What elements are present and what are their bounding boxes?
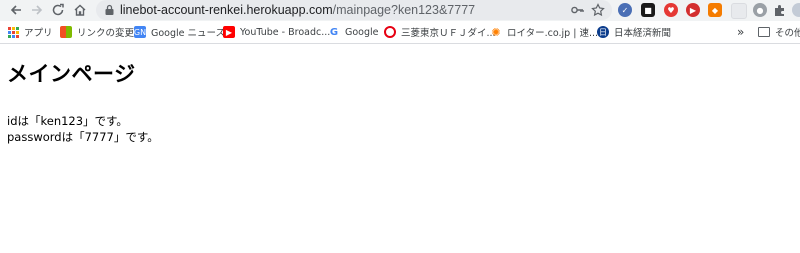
bookmark-label: ロイター.co.jp | 速... bbox=[507, 28, 598, 39]
google-news-icon: GN bbox=[133, 26, 147, 38]
bookmark-label: Google ニュース bbox=[151, 28, 226, 39]
page-content: メインページ idは「ken123」です。 passwordは「7777」です。 bbox=[7, 58, 159, 145]
bookmark-label: アプリ bbox=[24, 28, 53, 39]
bookmark-other-folder[interactable]: その他の bbox=[758, 21, 800, 43]
profile-avatar-icon[interactable] bbox=[792, 3, 800, 17]
google-icon: G bbox=[329, 26, 339, 38]
bookmark-label: YouTube - Broadc... bbox=[240, 26, 331, 38]
bookmarks-overflow-button[interactable]: » bbox=[737, 21, 744, 43]
reuters-icon: ✺ bbox=[491, 25, 501, 39]
bookmark-mufg[interactable]: 三菱東京ＵＦＪダイ... bbox=[384, 21, 496, 43]
extension-6-icon[interactable] bbox=[731, 3, 747, 19]
url-host: linebot-account-renkei.herokuapp.com bbox=[120, 3, 333, 17]
extension-7-icon[interactable]: ● bbox=[753, 3, 767, 17]
youtube-icon: ▶ bbox=[223, 26, 235, 38]
bookmark-label: 三菱東京ＵＦＪダイ... bbox=[401, 28, 496, 39]
extension-1-icon[interactable]: ✓ bbox=[618, 3, 632, 17]
back-button[interactable] bbox=[6, 1, 26, 19]
nikkei-icon: 日 bbox=[597, 26, 609, 38]
address-bar[interactable]: linebot-account-renkei.herokuapp.com/mai… bbox=[96, 0, 612, 20]
bookmark-link-change[interactable]: リンクの変更 bbox=[60, 21, 134, 43]
bookmark-star-icon[interactable] bbox=[591, 3, 605, 17]
page-title: メインページ bbox=[7, 62, 136, 86]
bookmark-nikkei[interactable]: 日 日本経済新聞 bbox=[597, 21, 671, 43]
folder-icon bbox=[758, 27, 770, 37]
key-icon[interactable] bbox=[570, 3, 584, 17]
bookmark-youtube[interactable]: ▶ YouTube - Broadc... bbox=[223, 21, 330, 43]
lock-icon bbox=[105, 4, 114, 15]
extensions-puzzle-icon[interactable] bbox=[773, 3, 787, 17]
bookmarks-bar: アプリ リンクの変更 GN Google ニュース ▶ YouTube - Br… bbox=[0, 21, 800, 44]
bookmark-label: 日本経済新聞 bbox=[614, 28, 672, 39]
browser-toolbar: linebot-account-renkei.herokuapp.com/mai… bbox=[0, 0, 800, 21]
bookmark-label: リンクの変更 bbox=[77, 28, 135, 39]
back-arrow-icon bbox=[10, 5, 21, 15]
url-path: /mainpage?ken123&7777 bbox=[332, 3, 476, 17]
bookmark-label: その他の bbox=[775, 28, 800, 39]
mufg-icon bbox=[384, 26, 396, 38]
bookmark-label: Google bbox=[345, 26, 379, 38]
url-text: linebot-account-renkei.herokuapp.com/mai… bbox=[120, 0, 475, 20]
extension-3-icon[interactable]: ♥ bbox=[664, 3, 678, 17]
bookmark-apps[interactable]: アプリ bbox=[8, 21, 53, 43]
bookmark-google-news[interactable]: GN Google ニュース bbox=[134, 21, 225, 43]
bookmarks-overflow-label: » bbox=[737, 25, 745, 39]
home-icon bbox=[74, 4, 86, 16]
bookmark-google[interactable]: G Google bbox=[328, 21, 379, 43]
bookmark-reuters[interactable]: ✺ ロイター.co.jp | 速... bbox=[490, 21, 598, 43]
reload-button[interactable] bbox=[48, 1, 68, 19]
extension-5-icon[interactable]: ◆ bbox=[708, 3, 722, 17]
password-text: passwordは「7777」です。 bbox=[7, 130, 159, 144]
extension-4-icon[interactable]: ▶ bbox=[686, 3, 700, 17]
id-text: idは「ken123」です。 bbox=[7, 114, 128, 128]
reload-icon bbox=[52, 3, 64, 16]
forward-button[interactable] bbox=[27, 1, 47, 19]
windows-flag-icon bbox=[60, 26, 72, 38]
home-button[interactable] bbox=[70, 1, 90, 19]
extension-2-icon[interactable]: ■ bbox=[641, 3, 655, 17]
apps-grid-icon bbox=[8, 26, 19, 38]
forward-arrow-icon bbox=[32, 5, 43, 15]
